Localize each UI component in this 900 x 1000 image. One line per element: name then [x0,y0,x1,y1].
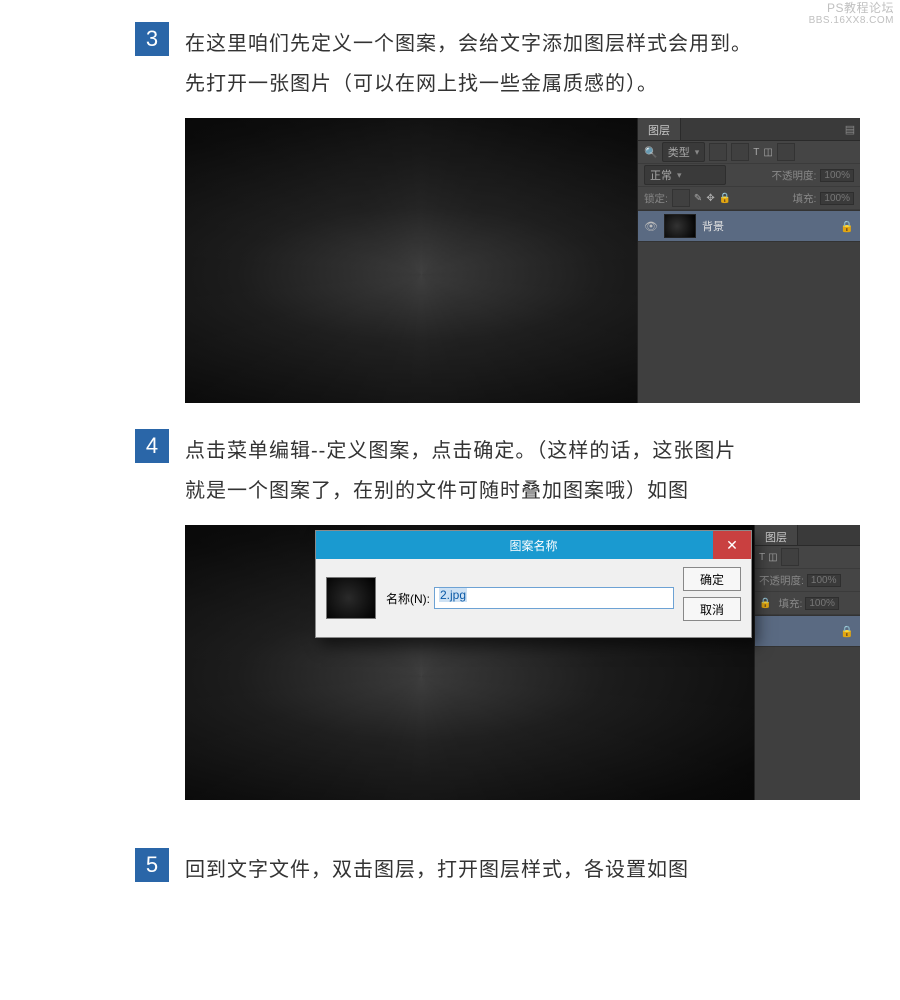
name-label: 名称(N): [386,590,430,607]
layer-name: 背景 [702,218,724,234]
lock-move-icon[interactable]: ✥ [706,193,714,204]
lock-icon[interactable]: 🔒 [840,220,854,233]
search-icon[interactable]: 🔍 [644,146,658,159]
fill-value[interactable]: 100% [805,597,839,610]
visibility-icon[interactable]: 👁 [644,220,658,233]
opacity-label: 不透明度: [772,168,817,183]
pattern-name-dialog: 图案名称 ✕ 名称(N): 2.jpg 确定 取消 [315,530,752,638]
panel-tabbar: 图层 ▤ [638,118,860,141]
opacity-label: 不透明度: [759,573,804,588]
layer-row-background[interactable]: 👁 背景 🔒 [638,210,860,242]
lock-brush-icon[interactable]: ✎ [694,193,702,204]
step-3-text: 在这里咱们先定义一个图案，会给文字添加图层样式会用到。先打开一张图片（可以在网上… [185,22,755,104]
step-number-badge: 3 [135,22,169,56]
filter-text-icon[interactable]: T [753,147,759,158]
screenshot-step3: 图层 ▤ 🔍 类型 T ◫ 正常 不透明度: 100% 锁定: ✎ [185,118,860,403]
tab-layers[interactable]: 图层 [755,525,798,545]
filter-shape-icon[interactable]: ◫ [768,552,777,563]
blend-row: 正常 不透明度: 100% [638,164,860,187]
dialog-title: 图案名称 [509,537,557,554]
lock-label: 锁定: [644,191,668,206]
panel-menu-icon[interactable]: ▤ [840,118,860,140]
pattern-thumbnail [326,577,376,619]
cancel-button[interactable]: 取消 [683,597,741,621]
opacity-value[interactable]: 100% [807,574,841,587]
tab-layers[interactable]: 图层 [638,118,681,140]
step-4-text: 点击菜单编辑--定义图案，点击确定。（这样的话，这张图片就是一个图案了，在别的文… [185,429,755,511]
name-input[interactable]: 2.jpg [434,587,674,609]
lock-row: 锁定: ✎ ✥ 🔒 填充: 100% [638,187,860,210]
dialog-titlebar[interactable]: 图案名称 ✕ [316,531,751,559]
step-5: 5 回到文字文件，双击图层，打开图层样式，各设置如图 [0,848,900,890]
lock-icon-1[interactable] [672,189,690,207]
step-number-badge: 4 [135,429,169,463]
filter-smart-icon[interactable] [781,548,799,566]
filter-adjust-icon[interactable] [731,143,749,161]
layers-panel: 图层 ▤ 🔍 类型 T ◫ 正常 不透明度: 100% 锁定: ✎ [637,118,860,403]
lock-all-icon[interactable]: 🔒 [759,598,771,609]
layer-thumbnail[interactable] [664,214,696,238]
step-3: 3 在这里咱们先定义一个图案，会给文字添加图层样式会用到。先打开一张图片（可以在… [0,22,900,403]
fill-label: 填充: [778,596,802,611]
screenshot-step4: 图层 T ◫ 不透明度: 100% 🔒 填充: 100% 🔒 [185,525,860,800]
step-4: 4 点击菜单编辑--定义图案，点击确定。（这样的话，这张图片就是一个图案了，在别… [0,429,900,800]
opacity-value[interactable]: 100% [820,169,854,182]
close-button[interactable]: ✕ [713,531,751,559]
filter-pixel-icon[interactable] [709,143,727,161]
blend-mode-dropdown[interactable]: 正常 [644,165,726,185]
filter-smart-icon[interactable] [777,143,795,161]
fill-value[interactable]: 100% [820,192,854,205]
step-5-text: 回到文字文件，双击图层，打开图层样式，各设置如图 [185,848,755,890]
ok-button[interactable]: 确定 [683,567,741,591]
filter-type-dropdown[interactable]: 类型 [662,142,706,162]
watermark-line1: PS教程论坛 [827,1,894,15]
filter-row: 🔍 类型 T ◫ [638,141,860,164]
layers-panel-cropped: 图层 T ◫ 不透明度: 100% 🔒 填充: 100% 🔒 [754,525,860,800]
filter-shape-icon[interactable]: ◫ [763,147,772,158]
lock-all-icon[interactable]: 🔒 [719,193,731,204]
fill-label: 填充: [793,191,817,206]
filter-text-icon[interactable]: T [759,552,765,563]
lock-icon[interactable]: 🔒 [840,625,854,638]
step-number-badge: 5 [135,848,169,882]
layers-empty-area [638,242,860,403]
